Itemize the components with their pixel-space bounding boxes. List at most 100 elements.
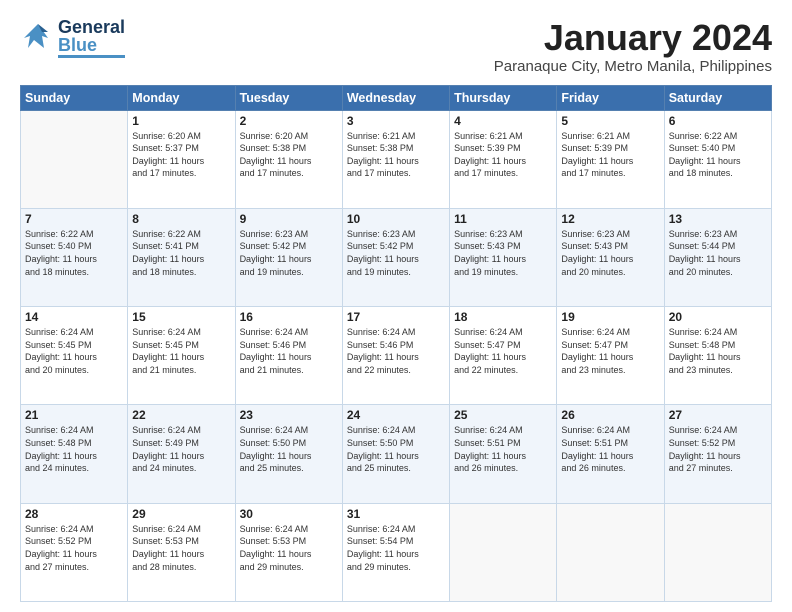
logo: General Blue: [20, 18, 125, 58]
col-sunday: Sunday: [21, 85, 128, 110]
day-info: Sunrise: 6:22 AMSunset: 5:41 PMDaylight:…: [132, 228, 230, 278]
day-info: Sunrise: 6:22 AMSunset: 5:40 PMDaylight:…: [669, 130, 767, 180]
day-info: Sunrise: 6:21 AMSunset: 5:38 PMDaylight:…: [347, 130, 445, 180]
day-cell: 29 Sunrise: 6:24 AMSunset: 5:53 PMDayligh…: [128, 503, 235, 601]
day-cell: 9 Sunrise: 6:23 AMSunset: 5:42 PMDaylight…: [235, 208, 342, 306]
calendar-table: Sunday Monday Tuesday Wednesday Thursday…: [20, 85, 772, 602]
week-row-1: 7 Sunrise: 6:22 AMSunset: 5:40 PMDaylight…: [21, 208, 772, 306]
day-cell: 8 Sunrise: 6:22 AMSunset: 5:41 PMDaylight…: [128, 208, 235, 306]
day-cell: 28Sunrise: 6:24 AMSunset: 5:52 PMDayligh…: [21, 503, 128, 601]
day-number: 1: [132, 114, 230, 128]
day-number: 25: [454, 408, 552, 422]
day-number: 11: [454, 212, 552, 226]
day-number: 31: [347, 507, 445, 521]
day-cell: 22 Sunrise: 6:24 AMSunset: 5:49 PMDayligh…: [128, 405, 235, 503]
day-info: Sunrise: 6:23 AMSunset: 5:42 PMDaylight:…: [240, 228, 338, 278]
day-number: 9: [240, 212, 338, 226]
day-info: Sunrise: 6:24 AMSunset: 5:45 PMDaylight:…: [25, 326, 123, 376]
day-number: 16: [240, 310, 338, 324]
day-cell: 5 Sunrise: 6:21 AMSunset: 5:39 PMDaylight…: [557, 110, 664, 208]
day-cell: 18 Sunrise: 6:24 AMSunset: 5:47 PMDayligh…: [450, 307, 557, 405]
day-cell: 20Sunrise: 6:24 AMSunset: 5:48 PMDayligh…: [664, 307, 771, 405]
day-number: 23: [240, 408, 338, 422]
day-info: Sunrise: 6:24 AMSunset: 5:48 PMDaylight:…: [669, 326, 767, 376]
day-cell: 30Sunrise: 6:24 AMSunset: 5:53 PMDayligh…: [235, 503, 342, 601]
day-info: Sunrise: 6:23 AMSunset: 5:44 PMDaylight:…: [669, 228, 767, 278]
day-cell: 17Sunrise: 6:24 AMSunset: 5:46 PMDayligh…: [342, 307, 449, 405]
day-number: 5: [561, 114, 659, 128]
day-info: Sunrise: 6:24 AMSunset: 5:48 PMDaylight:…: [25, 424, 123, 474]
day-info: Sunrise: 6:24 AMSunset: 5:45 PMDaylight:…: [132, 326, 230, 376]
day-info: Sunrise: 6:24 AMSunset: 5:50 PMDaylight:…: [240, 424, 338, 474]
day-cell: [557, 503, 664, 601]
day-number: 22: [132, 408, 230, 422]
day-cell: 2 Sunrise: 6:20 AMSunset: 5:38 PMDaylight…: [235, 110, 342, 208]
day-info: Sunrise: 6:23 AMSunset: 5:43 PMDaylight:…: [561, 228, 659, 278]
day-info: Sunrise: 6:24 AMSunset: 5:46 PMDaylight:…: [240, 326, 338, 376]
day-number: 10: [347, 212, 445, 226]
day-info: Sunrise: 6:23 AMSunset: 5:42 PMDaylight:…: [347, 228, 445, 278]
day-info: Sunrise: 6:21 AMSunset: 5:39 PMDaylight:…: [454, 130, 552, 180]
col-tuesday: Tuesday: [235, 85, 342, 110]
day-info: Sunrise: 6:24 AMSunset: 5:49 PMDaylight:…: [132, 424, 230, 474]
week-row-3: 21 Sunrise: 6:24 AMSunset: 5:48 PMDayligh…: [21, 405, 772, 503]
day-cell: 14Sunrise: 6:24 AMSunset: 5:45 PMDayligh…: [21, 307, 128, 405]
day-info: Sunrise: 6:24 AMSunset: 5:53 PMDaylight:…: [132, 523, 230, 573]
logo-name: General Blue: [58, 18, 125, 58]
day-number: 7: [25, 212, 123, 226]
logo-blue-text: Blue: [58, 36, 125, 54]
col-monday: Monday: [128, 85, 235, 110]
day-cell: 27 Sunrise: 6:24 AMSunset: 5:52 PMDayligh…: [664, 405, 771, 503]
day-cell: 12 Sunrise: 6:23 AMSunset: 5:43 PMDayligh…: [557, 208, 664, 306]
day-info: Sunrise: 6:24 AMSunset: 5:47 PMDaylight:…: [454, 326, 552, 376]
day-number: 8: [132, 212, 230, 226]
day-info: Sunrise: 6:20 AMSunset: 5:37 PMDaylight:…: [132, 130, 230, 180]
day-cell: 15 Sunrise: 6:24 AMSunset: 5:45 PMDayligh…: [128, 307, 235, 405]
day-cell: 23 Sunrise: 6:24 AMSunset: 5:50 PMDayligh…: [235, 405, 342, 503]
calendar-body: 1 Sunrise: 6:20 AMSunset: 5:37 PMDaylight…: [21, 110, 772, 601]
day-number: 27: [669, 408, 767, 422]
day-cell: 16 Sunrise: 6:24 AMSunset: 5:46 PMDayligh…: [235, 307, 342, 405]
day-info: Sunrise: 6:21 AMSunset: 5:39 PMDaylight:…: [561, 130, 659, 180]
day-number: 19: [561, 310, 659, 324]
day-cell: 6Sunrise: 6:22 AMSunset: 5:40 PMDaylight…: [664, 110, 771, 208]
week-row-2: 14Sunrise: 6:24 AMSunset: 5:45 PMDayligh…: [21, 307, 772, 405]
day-info: Sunrise: 6:24 AMSunset: 5:52 PMDaylight:…: [669, 424, 767, 474]
day-number: 21: [25, 408, 123, 422]
day-number: 26: [561, 408, 659, 422]
day-cell: 26 Sunrise: 6:24 AMSunset: 5:51 PMDayligh…: [557, 405, 664, 503]
day-info: Sunrise: 6:24 AMSunset: 5:46 PMDaylight:…: [347, 326, 445, 376]
logo-bird-icon: [20, 20, 56, 56]
day-cell: 1 Sunrise: 6:20 AMSunset: 5:37 PMDaylight…: [128, 110, 235, 208]
day-cell: 31 Sunrise: 6:24 AMSunset: 5:54 PMDayligh…: [342, 503, 449, 601]
day-info: Sunrise: 6:24 AMSunset: 5:51 PMDaylight:…: [561, 424, 659, 474]
day-cell: 24 Sunrise: 6:24 AMSunset: 5:50 PMDayligh…: [342, 405, 449, 503]
col-wednesday: Wednesday: [342, 85, 449, 110]
day-info: Sunrise: 6:22 AMSunset: 5:40 PMDaylight:…: [25, 228, 123, 278]
day-number: 12: [561, 212, 659, 226]
day-number: 29: [132, 507, 230, 521]
day-info: Sunrise: 6:24 AMSunset: 5:52 PMDaylight:…: [25, 523, 123, 573]
day-number: 18: [454, 310, 552, 324]
day-info: Sunrise: 6:23 AMSunset: 5:43 PMDaylight:…: [454, 228, 552, 278]
day-info: Sunrise: 6:20 AMSunset: 5:38 PMDaylight:…: [240, 130, 338, 180]
calendar-header: Sunday Monday Tuesday Wednesday Thursday…: [21, 85, 772, 110]
day-info: Sunrise: 6:24 AMSunset: 5:50 PMDaylight:…: [347, 424, 445, 474]
month-year: January 2024: [494, 18, 772, 58]
day-info: Sunrise: 6:24 AMSunset: 5:47 PMDaylight:…: [561, 326, 659, 376]
day-number: 15: [132, 310, 230, 324]
day-info: Sunrise: 6:24 AMSunset: 5:51 PMDaylight:…: [454, 424, 552, 474]
day-cell: 13Sunrise: 6:23 AMSunset: 5:44 PMDayligh…: [664, 208, 771, 306]
days-of-week-row: Sunday Monday Tuesday Wednesday Thursday…: [21, 85, 772, 110]
day-info: Sunrise: 6:24 AMSunset: 5:53 PMDaylight:…: [240, 523, 338, 573]
day-cell: [664, 503, 771, 601]
day-info: Sunrise: 6:24 AMSunset: 5:54 PMDaylight:…: [347, 523, 445, 573]
day-number: 2: [240, 114, 338, 128]
day-cell: [450, 503, 557, 601]
col-saturday: Saturday: [664, 85, 771, 110]
day-cell: 3Sunrise: 6:21 AMSunset: 5:38 PMDaylight…: [342, 110, 449, 208]
col-friday: Friday: [557, 85, 664, 110]
day-number: 24: [347, 408, 445, 422]
day-cell: 10 Sunrise: 6:23 AMSunset: 5:42 PMDayligh…: [342, 208, 449, 306]
day-cell: 4Sunrise: 6:21 AMSunset: 5:39 PMDaylight…: [450, 110, 557, 208]
